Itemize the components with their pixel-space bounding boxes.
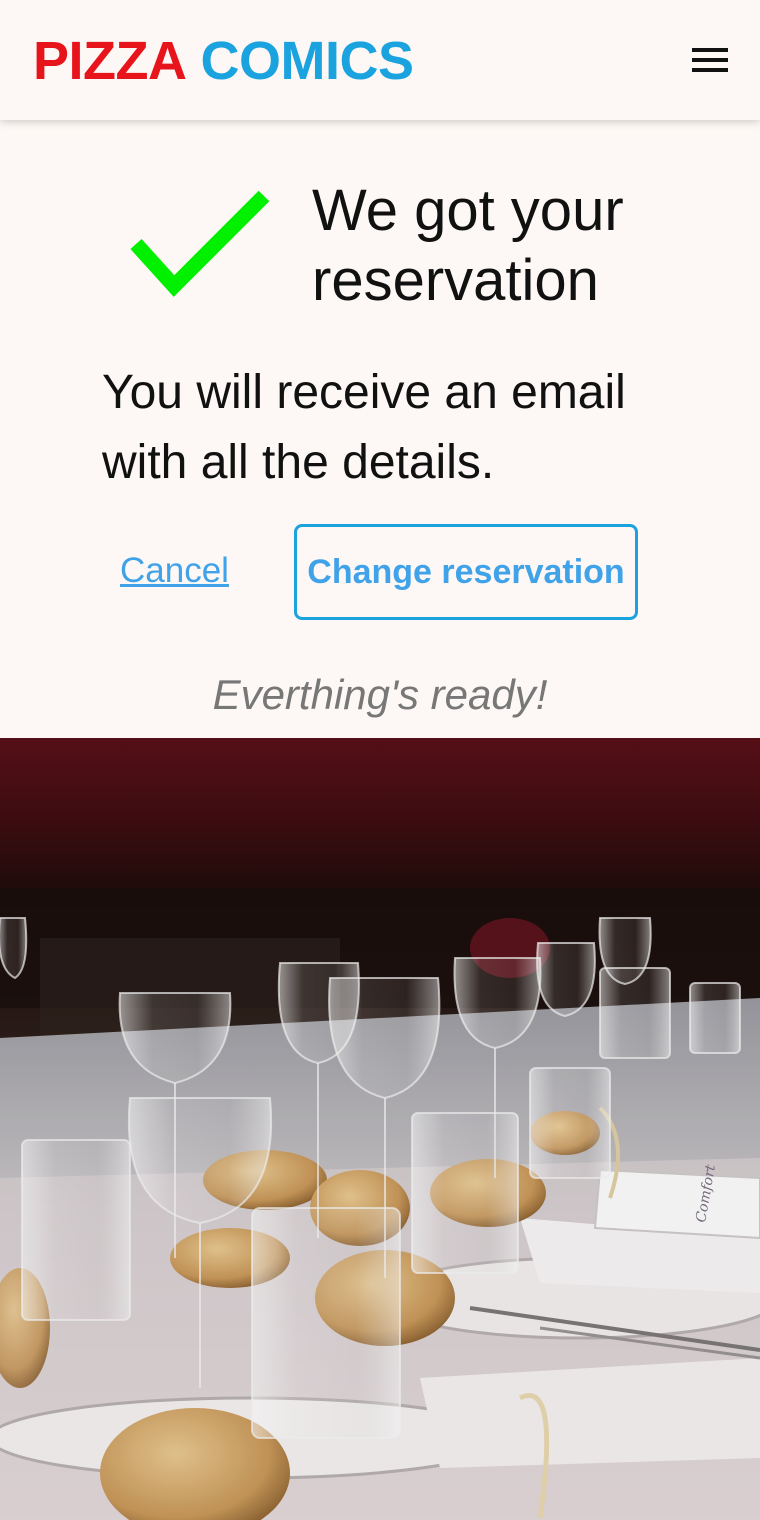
cancel-link[interactable]: Cancel bbox=[120, 548, 229, 594]
brand-word-comics: COMICS bbox=[200, 31, 415, 91]
brand-word-pizza: PIZZA bbox=[33, 31, 187, 91]
hamburger-menu-icon[interactable] bbox=[690, 46, 728, 74]
checkmark-icon bbox=[130, 190, 270, 297]
menu-bar bbox=[692, 48, 728, 52]
confirmation-title: We got your reservation bbox=[312, 178, 624, 313]
restaurant-table-photo: Comfort bbox=[0, 738, 760, 1520]
ready-tagline: Everthing's ready! bbox=[212, 671, 548, 718]
change-reservation-button[interactable]: Change reservation bbox=[294, 524, 638, 620]
confirmation-message: You will receive an email with all the d… bbox=[102, 366, 626, 489]
menu-bar bbox=[692, 58, 728, 62]
app-header: PIZZA COMICS bbox=[0, 0, 760, 120]
brand-logo[interactable]: PIZZA COMICS bbox=[33, 30, 414, 92]
menu-bar bbox=[692, 68, 728, 72]
table-setting-illustration: Comfort bbox=[0, 738, 760, 1520]
